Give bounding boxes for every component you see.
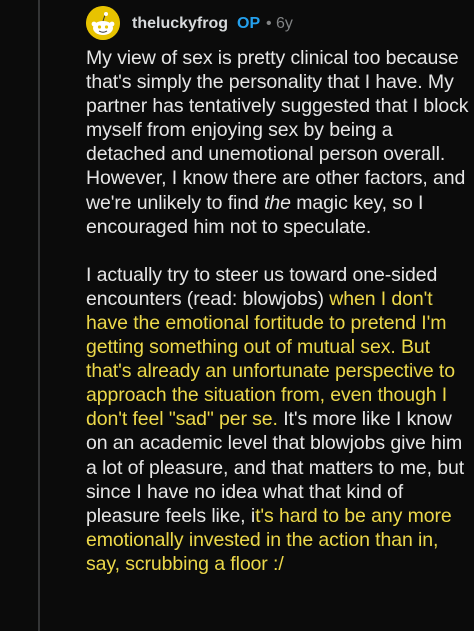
comment-paragraph-1: My view of sex is pretty clinical too be… <box>86 46 470 239</box>
op-badge: OP <box>237 15 261 32</box>
meta-separator: • <box>266 15 272 32</box>
comment-paragraph-2: I actually try to steer us toward one-si… <box>86 263 470 576</box>
comment-username[interactable]: theluckyfrog <box>132 15 228 33</box>
paragraph-1-text-before: My view of sex is pretty clinical too be… <box>86 47 469 214</box>
paragraph-1-italic: the <box>264 191 291 214</box>
comment-age: 6y <box>276 15 293 32</box>
user-avatar[interactable] <box>86 6 120 40</box>
comment: theluckyfrog OP • 6y My view of sex is p… <box>0 0 474 631</box>
snoo-avatar-icon <box>86 6 120 40</box>
comment-body: My view of sex is pretty clinical too be… <box>86 46 470 576</box>
